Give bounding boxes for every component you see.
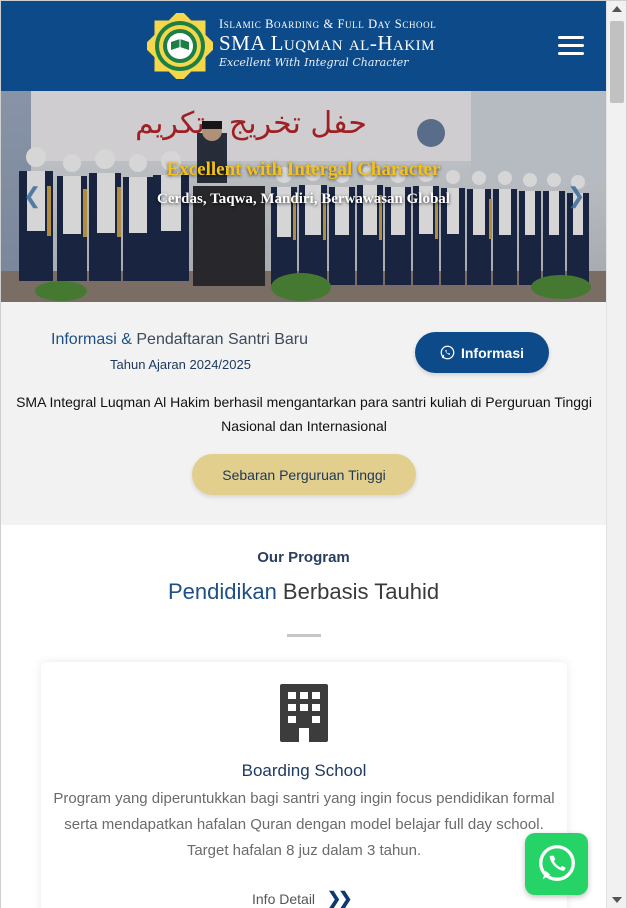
informasi-button-label: Informasi bbox=[460, 344, 524, 361]
info-detail-label: Info Detail bbox=[252, 891, 316, 907]
chevron-right-icon[interactable]: ❯ bbox=[567, 183, 585, 209]
school-name: SMA Luqman al-Hakim bbox=[219, 31, 436, 55]
whatsapp-icon bbox=[538, 845, 575, 882]
hero-slider[interactable]: حفل تخريج وتكريم Excellent with Intergal… bbox=[1, 91, 606, 302]
site-header: Islamic Boarding & Full Day School SMA L… bbox=[1, 1, 606, 91]
hero-title: Excellent with Intergal Character bbox=[166, 159, 441, 180]
school-tagline: Excellent With Integral Character bbox=[219, 56, 409, 69]
info-detail-link[interactable]: Info Detail ❯❯ bbox=[252, 889, 352, 908]
informasi-button[interactable]: Informasi bbox=[415, 332, 549, 373]
double-chevron-right-icon: ❯❯ bbox=[327, 889, 352, 908]
program-card-boarding: Boarding School Program yang diperuntukk… bbox=[41, 662, 567, 908]
hamburger-icon[interactable] bbox=[558, 36, 584, 56]
info-heading-rest: Pendaftaran Santri Baru bbox=[131, 331, 309, 348]
school-type: Islamic Boarding & Full Day School bbox=[219, 17, 437, 31]
whatsapp-icon bbox=[440, 345, 455, 360]
chevron-left-icon[interactable]: ❮ bbox=[23, 183, 41, 209]
school-badge-icon bbox=[147, 13, 213, 79]
achievement-description: SMA Integral Luqman Al Hakim berhasil me… bbox=[16, 394, 592, 434]
scroll-thumb[interactable] bbox=[610, 21, 624, 103]
site-logo[interactable]: Islamic Boarding & Full Day School SMA L… bbox=[147, 13, 436, 79]
program-card-description: Program yang diperuntukkan bagi santri y… bbox=[53, 790, 555, 859]
program-title-highlight: Pendidikan bbox=[167, 579, 277, 604]
scroll-down-arrow-icon[interactable] bbox=[612, 897, 622, 903]
program-section: Our Program Pendidikan Berbasis Tauhid B… bbox=[1, 525, 606, 908]
program-label: Our Program bbox=[257, 549, 350, 566]
program-title-rest: Berbasis Tauhid bbox=[276, 579, 440, 604]
program-card-title: Boarding School bbox=[241, 761, 367, 780]
hero-subtitle: Cerdas, Taqwa, Mandiri, Berwawasan Globa… bbox=[157, 191, 450, 207]
info-heading-highlight: Informasi & bbox=[51, 331, 132, 348]
section-divider bbox=[287, 634, 321, 637]
building-icon bbox=[280, 684, 328, 742]
scroll-up-arrow-icon[interactable] bbox=[612, 6, 622, 12]
academic-year: Tahun Ajaran 2024/2025 bbox=[110, 357, 251, 372]
whatsapp-float-button[interactable] bbox=[525, 833, 588, 895]
sebaran-button-label: Sebaran Perguruan Tinggi bbox=[222, 466, 386, 483]
page-scrollbar[interactable] bbox=[606, 1, 626, 908]
program-title: Pendidikan Berbasis Tauhid bbox=[1, 579, 606, 605]
info-heading: Informasi & Pendaftaran Santri Baru bbox=[51, 331, 308, 349]
sebaran-perguruan-tinggi-button[interactable]: Sebaran Perguruan Tinggi bbox=[192, 454, 416, 495]
